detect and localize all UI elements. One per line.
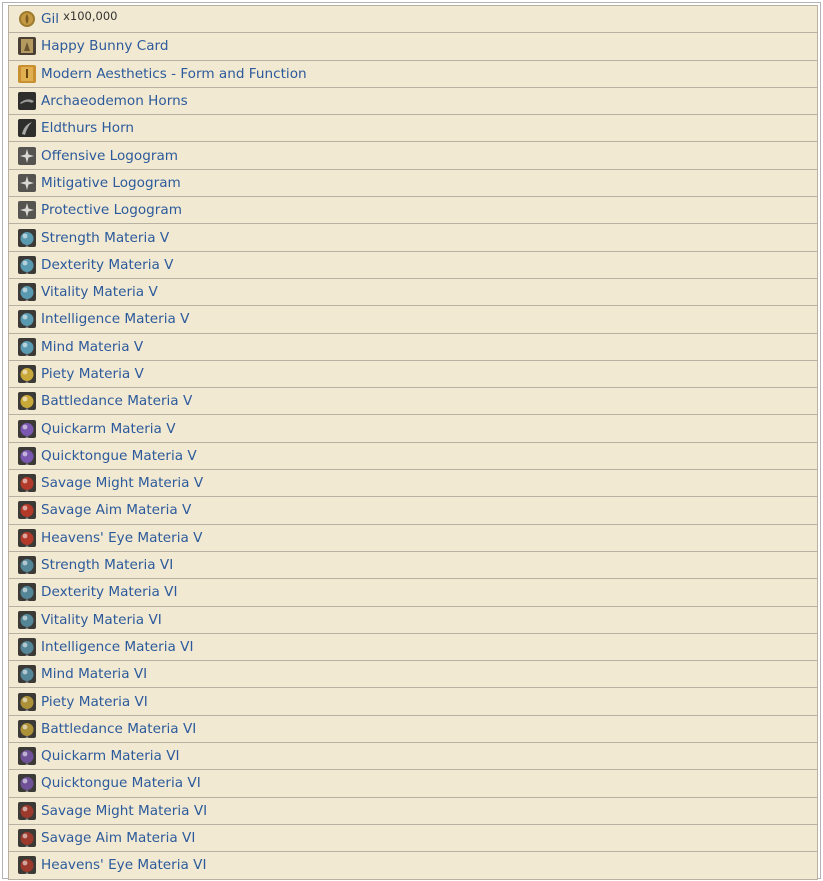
- reward-item-list: Gil x100,000 Happy Bunny Card Modern Aesthe…: [8, 5, 818, 880]
- item-link[interactable]: Gil: [41, 11, 59, 27]
- list-item: Savage Aim Materia V: [9, 497, 817, 525]
- list-item: Piety Materia VI: [9, 688, 817, 716]
- item-link[interactable]: Quickarm Materia VI: [41, 748, 180, 764]
- logogram-icon[interactable]: [18, 173, 36, 192]
- materia-green-icon[interactable]: [18, 637, 36, 656]
- item-link[interactable]: Battledance Materia VI: [41, 721, 196, 737]
- materia-red-icon[interactable]: [18, 856, 36, 875]
- materia-green-icon[interactable]: [18, 610, 36, 629]
- materia-green-icon[interactable]: [18, 337, 36, 356]
- list-item: Strength Materia V: [9, 224, 817, 252]
- list-item: Quicktongue Materia V: [9, 443, 817, 471]
- materia-yellow-icon[interactable]: [18, 365, 36, 383]
- item-link[interactable]: Strength Materia V: [41, 230, 169, 246]
- item-link[interactable]: Savage Aim Materia VI: [41, 830, 195, 846]
- item-link[interactable]: Vitality Materia VI: [41, 612, 162, 628]
- list-item: Eldthurs Horn: [9, 115, 817, 143]
- item-link[interactable]: Dexterity Materia V: [41, 257, 173, 273]
- item-link[interactable]: Quicktongue Materia VI: [41, 775, 201, 791]
- logogram-icon[interactable]: [18, 146, 36, 165]
- list-item: Savage Might Materia V: [9, 470, 817, 498]
- materia-green-icon[interactable]: [18, 255, 36, 274]
- list-item: Intelligence Materia VI: [9, 634, 817, 662]
- list-item: Happy Bunny Card: [9, 33, 817, 61]
- horn-icon[interactable]: [18, 119, 36, 138]
- item-link[interactable]: Savage Might Materia VI: [41, 803, 207, 819]
- materia-purple-icon[interactable]: [18, 419, 36, 438]
- item-link[interactable]: Savage Aim Materia V: [41, 502, 191, 518]
- item-link[interactable]: Archaeodemon Horns: [41, 93, 188, 109]
- list-item: Dexterity Materia V: [9, 252, 817, 279]
- list-item: Mind Materia V: [9, 334, 817, 361]
- list-item: Mind Materia VI: [9, 661, 817, 689]
- item-link[interactable]: Intelligence Materia V: [41, 311, 189, 327]
- list-item: Dexterity Materia VI: [9, 579, 817, 607]
- reward-list-frame: Gil x100,000 Happy Bunny Card Modern Aesthe…: [2, 2, 821, 880]
- list-item: Modern Aesthetics - Form and Function: [9, 61, 817, 88]
- list-item: Vitality Materia V: [9, 279, 817, 307]
- logogram-icon[interactable]: [18, 201, 36, 220]
- materia-red-icon[interactable]: [18, 801, 36, 820]
- item-link[interactable]: Heavens' Eye Materia V: [41, 530, 202, 546]
- materia-red-icon[interactable]: [18, 501, 36, 520]
- item-link[interactable]: Happy Bunny Card: [41, 38, 169, 54]
- materia-green-icon[interactable]: [18, 283, 36, 302]
- materia-yellow-icon[interactable]: [18, 719, 36, 738]
- list-item: Strength Materia VI: [9, 552, 817, 580]
- list-item: Savage Aim Materia VI: [9, 825, 817, 853]
- item-link[interactable]: Dexterity Materia VI: [41, 584, 177, 600]
- list-item: Heavens' Eye Materia V: [9, 525, 817, 552]
- list-item: Protective Logogram: [9, 197, 817, 225]
- list-item: Gil x100,000: [9, 6, 817, 34]
- item-link[interactable]: Protective Logogram: [41, 202, 182, 218]
- item-link[interactable]: Piety Materia V: [41, 366, 144, 382]
- horns-icon[interactable]: [18, 92, 36, 111]
- item-link[interactable]: Mitigative Logogram: [41, 175, 181, 191]
- materia-purple-icon[interactable]: [18, 446, 36, 465]
- list-item: Savage Might Materia VI: [9, 798, 817, 825]
- item-quantity: x100,000: [63, 9, 118, 24]
- item-link[interactable]: Savage Might Materia V: [41, 475, 203, 491]
- gil-coin-icon[interactable]: [18, 10, 36, 28]
- materia-purple-icon[interactable]: [18, 774, 36, 793]
- item-link[interactable]: Vitality Materia V: [41, 284, 158, 300]
- list-item: Heavens' Eye Materia VI: [9, 852, 817, 880]
- list-item: Vitality Materia VI: [9, 607, 817, 634]
- list-item: Mitigative Logogram: [9, 170, 817, 198]
- list-item: Quickarm Materia V: [9, 415, 817, 443]
- item-link[interactable]: Mind Materia VI: [41, 666, 147, 682]
- list-item: Quicktongue Materia VI: [9, 770, 817, 798]
- item-link[interactable]: Offensive Logogram: [41, 148, 178, 164]
- materia-purple-icon[interactable]: [18, 747, 36, 766]
- list-item: Battledance Materia V: [9, 388, 817, 416]
- item-link[interactable]: Quickarm Materia V: [41, 421, 176, 437]
- list-item: Quickarm Materia VI: [9, 743, 817, 771]
- materia-green-icon[interactable]: [18, 228, 36, 247]
- list-item: Offensive Logogram: [9, 142, 817, 170]
- materia-red-icon[interactable]: [18, 474, 36, 493]
- item-link[interactable]: Quicktongue Materia V: [41, 448, 197, 464]
- bunny-card-icon[interactable]: [18, 37, 36, 56]
- materia-green-icon[interactable]: [18, 665, 36, 684]
- materia-green-icon[interactable]: [18, 310, 36, 329]
- materia-red-icon[interactable]: [18, 528, 36, 547]
- materia-yellow-icon[interactable]: [18, 692, 36, 711]
- item-link[interactable]: Intelligence Materia VI: [41, 639, 194, 655]
- materia-green-icon[interactable]: [18, 583, 36, 602]
- item-link[interactable]: Modern Aesthetics - Form and Function: [41, 66, 307, 82]
- materia-green-icon[interactable]: [18, 556, 36, 575]
- item-link[interactable]: Piety Materia VI: [41, 694, 148, 710]
- item-link[interactable]: Mind Materia V: [41, 339, 143, 355]
- aesthetics-book-icon[interactable]: [18, 64, 36, 83]
- materia-red-icon[interactable]: [18, 829, 36, 848]
- materia-yellow-icon[interactable]: [18, 392, 36, 411]
- item-link[interactable]: Strength Materia VI: [41, 557, 173, 573]
- list-item: Intelligence Materia V: [9, 306, 817, 334]
- item-link[interactable]: Battledance Materia V: [41, 393, 192, 409]
- item-link[interactable]: Heavens' Eye Materia VI: [41, 857, 206, 873]
- list-item: Archaeodemon Horns: [9, 88, 817, 116]
- list-item: Battledance Materia VI: [9, 716, 817, 744]
- item-link[interactable]: Eldthurs Horn: [41, 120, 134, 136]
- list-item: Piety Materia V: [9, 361, 817, 389]
